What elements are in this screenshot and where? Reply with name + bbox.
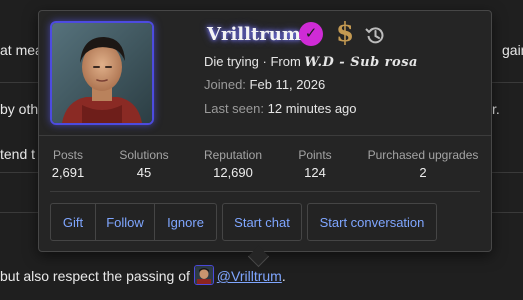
stat-purchased-upgrades[interactable]: Purchased upgrades 2 bbox=[365, 148, 481, 180]
stat-value: 2 bbox=[419, 165, 427, 180]
verified-check-icon: ✓ bbox=[299, 22, 323, 46]
stat-label: Solutions bbox=[119, 148, 169, 162]
location-link[interactable]: W.D - Sub rosa bbox=[304, 55, 418, 70]
stat-value: 124 bbox=[304, 165, 326, 180]
ignore-button[interactable]: Ignore bbox=[154, 203, 217, 241]
thread-text-line-1: at mea bbox=[0, 42, 43, 58]
thread-text: but also respect the passing of bbox=[0, 268, 194, 284]
thread-text: . bbox=[281, 268, 286, 284]
thread-text-line-4: but also respect the passing of @Vrilltr… bbox=[0, 265, 286, 285]
history-icon[interactable] bbox=[365, 25, 385, 45]
stat-label: Reputation bbox=[203, 148, 263, 162]
stat-reputation: Reputation 12,690 bbox=[199, 148, 267, 180]
follow-button[interactable]: Follow bbox=[95, 203, 155, 241]
gift-button[interactable]: Gift bbox=[50, 203, 96, 241]
stat-label: Points bbox=[298, 148, 332, 162]
last-seen-row: Last seen: 12 minutes ago bbox=[204, 101, 357, 116]
avatar[interactable] bbox=[50, 21, 154, 125]
tagline-prefix: Die trying · From bbox=[204, 54, 305, 69]
stat-value: 2,691 bbox=[51, 165, 85, 180]
stat-value: 12,690 bbox=[213, 165, 253, 180]
stat-posts[interactable]: Posts 2,691 bbox=[50, 148, 86, 180]
stat-solutions: Solutions 45 bbox=[116, 148, 172, 180]
last-seen-value: 12 minutes ago bbox=[267, 101, 357, 116]
mention-avatar[interactable] bbox=[193, 265, 214, 285]
member-tooltip-card: Vrilltrum ✓ $ Die trying · From W.D - Su… bbox=[38, 10, 492, 252]
start-conversation-button[interactable]: Start conversation bbox=[307, 203, 437, 241]
user-tagline: Die trying · From W.D - Sub rosa bbox=[204, 54, 418, 70]
thread-text-line-1-right: gain f bbox=[502, 42, 523, 58]
thread-text-line-2-right: r. bbox=[492, 101, 500, 117]
start-chat-button[interactable]: Start chat bbox=[222, 203, 302, 241]
joined-label: Joined: bbox=[204, 77, 246, 92]
mention-link[interactable]: @Vrilltrum bbox=[217, 268, 282, 284]
stat-label: Posts bbox=[52, 148, 83, 162]
thread-text-line-3: tend t bbox=[0, 146, 36, 162]
stat-label: Purchased upgrades bbox=[367, 148, 479, 162]
joined-row: Joined: Feb 11, 2026 bbox=[204, 77, 325, 92]
thread-text-line-2: by oth bbox=[0, 101, 39, 117]
last-seen-label: Last seen: bbox=[204, 101, 264, 116]
card-divider bbox=[50, 191, 480, 192]
joined-value: Feb 11, 2026 bbox=[249, 77, 326, 92]
stat-value: 45 bbox=[136, 165, 152, 180]
username[interactable]: Vrilltrum bbox=[207, 24, 301, 45]
card-divider bbox=[39, 135, 491, 136]
dollar-icon: $ bbox=[336, 18, 355, 48]
stat-points[interactable]: Points 124 bbox=[295, 148, 335, 180]
